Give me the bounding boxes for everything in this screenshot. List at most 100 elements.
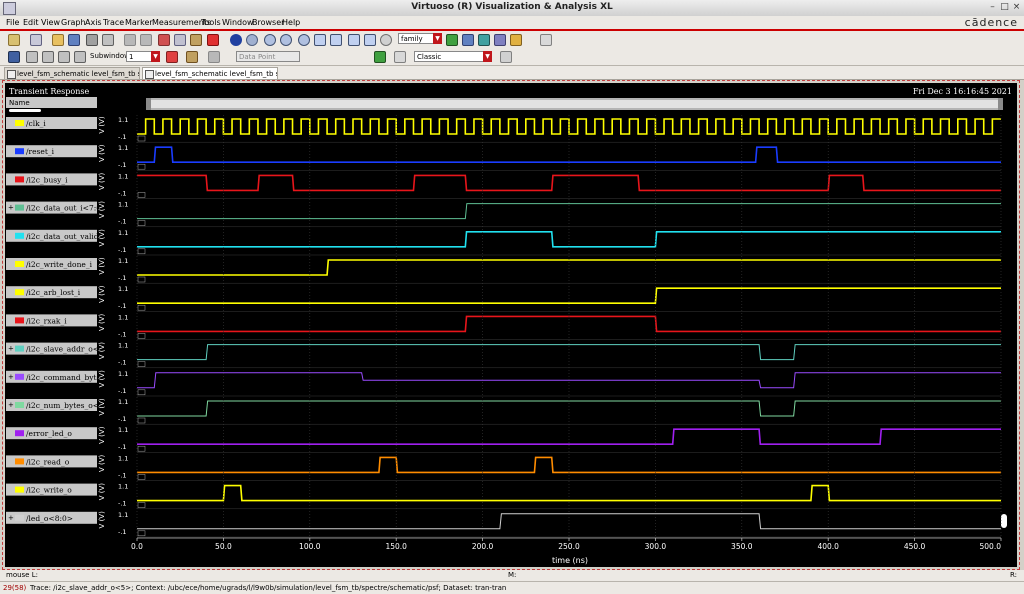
subwindow-2-icon[interactable]: [42, 51, 54, 63]
pan-icon[interactable]: [330, 34, 342, 46]
settings-icon[interactable]: [500, 51, 512, 63]
back-marker-icon[interactable]: [208, 51, 220, 63]
menu-tools[interactable]: Tools: [201, 18, 221, 27]
strip-marker-icon[interactable]: [137, 474, 146, 480]
family-select[interactable]: family ▼: [398, 33, 442, 44]
marker-icon[interactable]: [186, 51, 198, 63]
strip-marker-icon[interactable]: [137, 417, 146, 424]
legend-trace-name[interactable]: /i2c_busy_i: [26, 175, 68, 184]
save-icon[interactable]: [68, 34, 80, 46]
minimize-icon[interactable]: –: [987, 2, 998, 13]
zoom-previous-icon[interactable]: [380, 34, 392, 46]
strip-marker-icon[interactable]: [137, 389, 146, 396]
legend-trace-name[interactable]: /i2c_read_o: [26, 457, 70, 466]
print-preview-icon[interactable]: [102, 34, 114, 46]
subwindow-3-icon[interactable]: [58, 51, 70, 63]
close-icon[interactable]: ×: [1011, 2, 1022, 13]
menu-edit[interactable]: Edit: [23, 18, 39, 27]
print-icon[interactable]: [86, 34, 98, 46]
pointer-icon[interactable]: [8, 51, 20, 63]
delete-icon[interactable]: [207, 34, 219, 46]
menu-file[interactable]: File: [6, 18, 19, 27]
legend-trace-name[interactable]: /i2c_write_done_i: [26, 260, 93, 269]
graph-layout-icon[interactable]: [462, 34, 474, 46]
legend-trace-name[interactable]: /i2c_data_out_valid_i: [26, 232, 105, 241]
new-subwindow-icon[interactable]: [30, 34, 42, 46]
subwindow-select[interactable]: 1 ▼: [126, 51, 160, 62]
menu-graph[interactable]: Graph: [61, 18, 86, 27]
table-icon[interactable]: [394, 51, 406, 63]
menu-axis[interactable]: Axis: [85, 18, 102, 27]
strip-marker-icon[interactable]: [137, 333, 146, 339]
overlay-icon[interactable]: [478, 34, 490, 46]
menu-marker[interactable]: Marker: [125, 18, 153, 27]
strip-marker-icon[interactable]: [137, 163, 146, 170]
strip-marker-icon[interactable]: [137, 502, 146, 508]
legend-trace-name[interactable]: /error_led_o: [26, 429, 72, 438]
fit-y-icon[interactable]: [364, 34, 376, 46]
menu-browser[interactable]: Browser: [252, 18, 284, 27]
zoom-x-icon[interactable]: [298, 34, 310, 46]
time-scrollbar-thumb[interactable]: [148, 100, 1001, 108]
vertical-scroll-indicator[interactable]: [1001, 514, 1007, 528]
scroll-left-handle[interactable]: [146, 98, 151, 110]
menu-trace[interactable]: Trace: [103, 18, 124, 27]
redo-icon[interactable]: [140, 34, 152, 46]
strip-marker-icon[interactable]: [137, 192, 146, 198]
split-icon[interactable]: [494, 34, 506, 46]
strip-marker-icon[interactable]: [137, 445, 146, 452]
legend-trace-name[interactable]: /i2c_rxak_i: [26, 316, 67, 325]
fit-x-icon[interactable]: [348, 34, 360, 46]
name-scroll-indicator[interactable]: [9, 109, 41, 112]
scroll-right-handle[interactable]: [998, 98, 1003, 110]
expand-bus-icon[interactable]: +: [8, 401, 14, 409]
expand-bus-icon[interactable]: +: [8, 204, 14, 212]
legend-trace-name[interactable]: /i2c_write_o: [26, 486, 72, 495]
strip-marker-icon[interactable]: [137, 530, 146, 537]
menu-help[interactable]: Help: [282, 18, 300, 27]
strip-marker-icon[interactable]: [137, 220, 146, 226]
zoom-y-icon[interactable]: [314, 34, 326, 46]
style-select[interactable]: Classic ▼: [414, 51, 492, 62]
histogram-icon[interactable]: [374, 51, 386, 63]
strip-marker-icon[interactable]: [137, 248, 146, 255]
expand-bus-icon[interactable]: +: [8, 373, 14, 381]
zoom-in-icon[interactable]: [264, 34, 276, 46]
legend-trace-name[interactable]: /reset_i: [26, 147, 55, 156]
new-window-icon[interactable]: [8, 34, 20, 46]
paste-icon[interactable]: [190, 34, 202, 46]
undo-icon[interactable]: [124, 34, 136, 46]
legend-trace-name[interactable]: /led_o<8:0>: [26, 514, 73, 523]
tab-1[interactable]: level_fsm_schematic level_fsm_tb sc...: [4, 67, 140, 79]
flag-icon[interactable]: [166, 51, 178, 63]
trace-waveform[interactable]: [137, 315, 1001, 333]
legend-trace-name[interactable]: /i2c_data_out_i<7:0>: [26, 204, 107, 213]
waveform-graph[interactable]: Transient Response Fri Dec 3 16:16:45 20…: [5, 83, 1017, 567]
expand-bus-icon[interactable]: +: [8, 345, 14, 353]
zoom-box-icon[interactable]: [246, 34, 258, 46]
menu-window[interactable]: Window: [222, 18, 254, 27]
trace-waveform[interactable]: [137, 174, 1001, 192]
menu-view[interactable]: View: [41, 18, 60, 27]
copy-icon[interactable]: [174, 34, 186, 46]
zoom-out-icon[interactable]: [280, 34, 292, 46]
trace-waveform[interactable]: [137, 456, 1001, 474]
tab-2[interactable]: level_fsm_schematic level_fsm_tb sc...: [142, 67, 278, 79]
open-icon[interactable]: [52, 34, 64, 46]
grid-icon[interactable]: [540, 34, 552, 46]
waveform-plot[interactable]: Transient Response Fri Dec 3 16:16:45 20…: [5, 83, 1017, 567]
subwindow-4-icon[interactable]: [74, 51, 86, 63]
cut-icon[interactable]: [158, 34, 170, 46]
legend-trace-name[interactable]: /clk_i: [26, 119, 46, 128]
strip-marker-icon[interactable]: [137, 276, 146, 283]
expand-bus-icon[interactable]: +: [8, 514, 14, 522]
legend-trace-name[interactable]: /i2c_arb_lost_i: [26, 288, 81, 297]
data-point-select[interactable]: Data Point: [236, 51, 300, 62]
strip-marker-icon[interactable]: [137, 361, 146, 367]
strip-marker-icon[interactable]: [137, 304, 146, 311]
subwindow-1-icon[interactable]: [26, 51, 38, 63]
legend-icon[interactable]: [510, 34, 522, 46]
strip-marker-icon[interactable]: [137, 135, 146, 142]
maximize-icon[interactable]: □: [999, 2, 1010, 13]
fit-icon[interactable]: [230, 34, 242, 46]
